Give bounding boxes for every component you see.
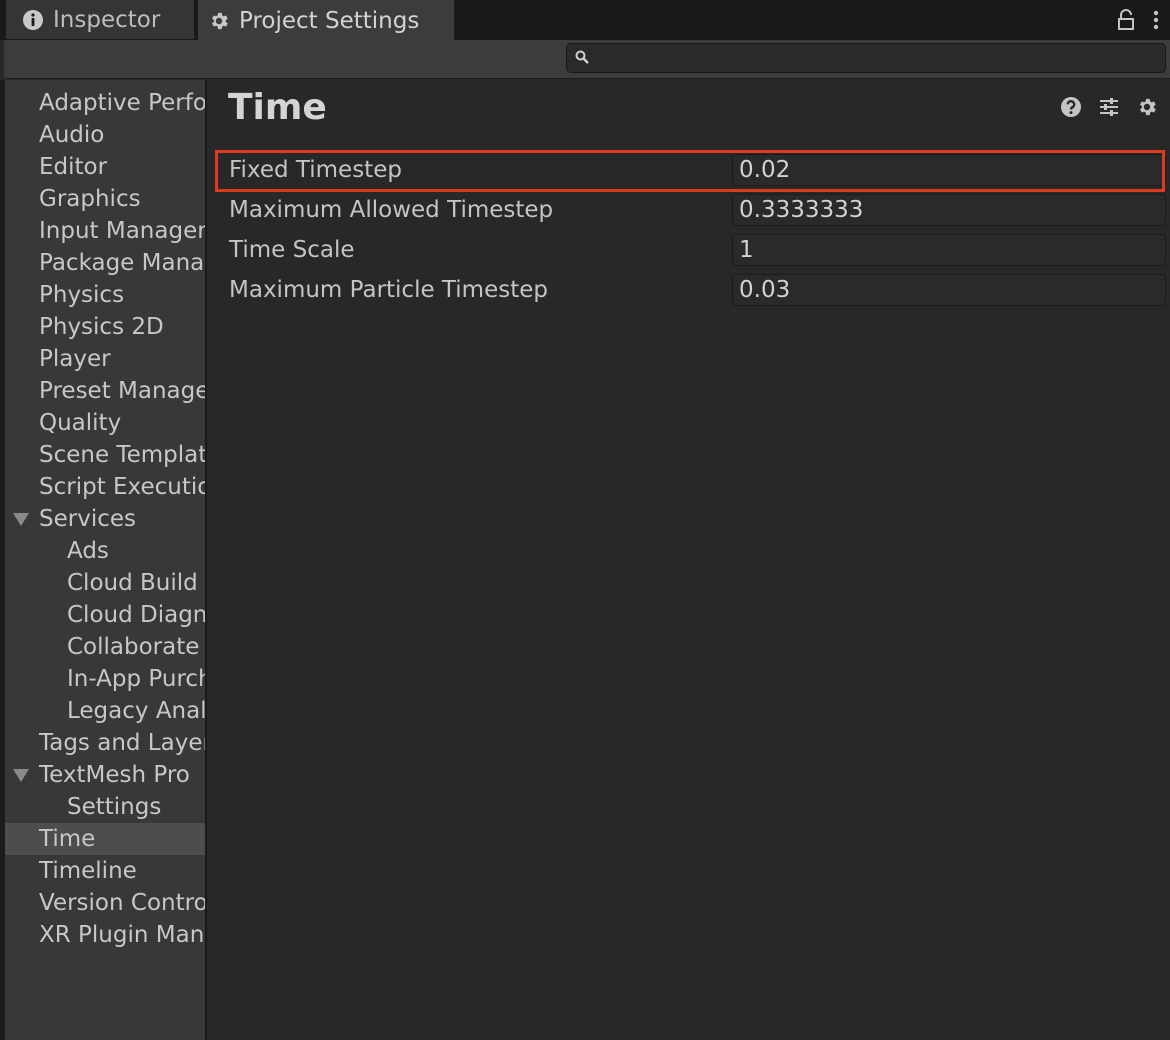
sidebar-item-label: Legacy Analytics	[67, 698, 205, 724]
info-icon	[22, 9, 44, 31]
settings-main-panel: Time Fixed Timestep Maximum Allowed Time…	[207, 80, 1170, 1040]
sidebar-item-player[interactable]: Player	[5, 343, 205, 375]
sidebar-item-label: Version Control	[39, 890, 205, 916]
lock-icon[interactable]	[1116, 9, 1136, 31]
settings-toolbar	[4, 40, 1170, 79]
more-vertical-icon[interactable]	[1152, 9, 1160, 31]
sidebar-item-label: In-App Purchasing	[67, 666, 205, 692]
sidebar-item-time[interactable]: Time	[5, 823, 205, 855]
field-label: Maximum Allowed Timestep	[229, 197, 554, 223]
sidebar-item-label: Preset Manager	[39, 378, 205, 404]
fixed-timestep-field[interactable]	[732, 154, 1166, 186]
sidebar-item-textmesh-pro[interactable]: TextMesh Pro	[5, 759, 205, 791]
sidebar-item-in-app-purchasing[interactable]: In-App Purchasing	[5, 663, 205, 695]
sidebar-item-label: Timeline	[39, 858, 137, 884]
tab-inspector[interactable]: Inspector	[6, 0, 194, 40]
sidebar-item-package-manager[interactable]: Package Manager	[5, 247, 205, 279]
sidebar-item-preset-manager[interactable]: Preset Manager	[5, 375, 205, 407]
sidebar-item-adaptive-performance[interactable]: Adaptive Performance	[5, 87, 205, 119]
tab-project-settings-label: Project Settings	[239, 8, 420, 34]
sidebar-item-label: Player	[39, 346, 111, 372]
sidebar-item-settings[interactable]: Settings	[5, 791, 205, 823]
settings-sidebar: Adaptive Performance Audio Editor Graphics I…	[5, 80, 205, 1040]
sidebar-item-label: XR Plugin Management	[39, 922, 205, 948]
sidebar-item-label: Quality	[39, 410, 122, 436]
sidebar-item-label: Adaptive Performance	[39, 90, 205, 116]
expand-caret-icon[interactable]	[13, 513, 29, 526]
expand-caret-icon[interactable]	[13, 769, 29, 782]
tab-bar: Inspector Project Settings	[0, 0, 1170, 40]
sidebar-item-label: TextMesh Pro	[39, 762, 190, 788]
sidebar-item-audio[interactable]: Audio	[5, 119, 205, 151]
time-scale-field[interactable]	[732, 234, 1166, 266]
sidebar-item-physics[interactable]: Physics	[5, 279, 205, 311]
gear-icon	[208, 10, 230, 32]
field-row-maximum-allowed-timestep: Maximum Allowed Timestep	[229, 192, 1166, 228]
sidebar-item-editor[interactable]: Editor	[5, 151, 205, 183]
sidebar-item-physics-2d[interactable]: Physics 2D	[5, 311, 205, 343]
sidebar-item-collaborate[interactable]: Collaborate	[5, 631, 205, 663]
maximum-particle-timestep-field[interactable]	[732, 274, 1166, 306]
sidebar-item-version-control[interactable]: Version Control	[5, 887, 205, 919]
sidebar-item-scene-template[interactable]: Scene Template	[5, 439, 205, 471]
sidebar-item-label: Input Manager	[39, 218, 205, 244]
tab-controls	[1116, 0, 1160, 40]
sidebar-item-label: Physics	[39, 282, 125, 308]
field-label: Maximum Particle Timestep	[229, 277, 548, 303]
field-label: Fixed Timestep	[229, 157, 402, 183]
sidebar-item-xr-plugin-management[interactable]: XR Plugin Management	[5, 919, 205, 951]
search-icon	[575, 49, 589, 68]
sidebar-item-label: Package Manager	[39, 250, 205, 276]
sidebar-item-ads[interactable]: Ads	[5, 535, 205, 567]
sidebar-item-label: Cloud Build	[67, 570, 198, 596]
field-row-maximum-particle-timestep: Maximum Particle Timestep	[229, 272, 1166, 308]
field-label: Time Scale	[229, 237, 355, 263]
sidebar-item-quality[interactable]: Quality	[5, 407, 205, 439]
sidebar-item-input-manager[interactable]: Input Manager	[5, 215, 205, 247]
sidebar-item-tags-and-layers[interactable]: Tags and Layers	[5, 727, 205, 759]
sidebar-item-label: Editor	[39, 154, 108, 180]
sidebar-item-label: Services	[39, 506, 136, 532]
project-settings-window: Inspector Project Settings Adaptive Perf…	[0, 0, 1170, 1040]
sidebar-item-label: Scene Template	[39, 442, 205, 468]
sidebar-item-label: Script Execution	[39, 474, 205, 500]
sidebar-item-graphics[interactable]: Graphics	[5, 183, 205, 215]
field-row-time-scale: Time Scale	[229, 232, 1166, 268]
sidebar-item-timeline[interactable]: Timeline	[5, 855, 205, 887]
search-input[interactable]	[589, 44, 1165, 72]
sidebar-item-label: Cloud Diagnostics	[67, 602, 205, 628]
sidebar-item-services[interactable]: Services	[5, 503, 205, 535]
sidebar-item-label: Ads	[67, 538, 109, 564]
sidebar-item-label: Time	[39, 826, 96, 852]
sidebar-item-label: Physics 2D	[39, 314, 164, 340]
field-row-fixed-timestep: Fixed Timestep	[229, 152, 1166, 188]
header-icons	[1060, 96, 1158, 118]
sidebar-item-label: Audio	[39, 122, 105, 148]
maximum-allowed-timestep-field[interactable]	[732, 194, 1166, 226]
sidebar-item-cloud-diagnostics[interactable]: Cloud Diagnostics	[5, 599, 205, 631]
preset-sliders-icon[interactable]	[1098, 96, 1120, 118]
sidebar-item-label: Settings	[67, 794, 162, 820]
sidebar-item-label: Collaborate	[67, 634, 200, 660]
help-icon[interactable]	[1060, 96, 1082, 118]
page-title: Time	[228, 87, 327, 128]
settings-gear-icon[interactable]	[1136, 96, 1158, 118]
search-box[interactable]	[566, 43, 1166, 73]
tab-inspector-label: Inspector	[53, 6, 161, 33]
sidebar-item-label: Tags and Layers	[39, 730, 205, 756]
sidebar-item-label: Graphics	[39, 186, 141, 212]
sidebar-item-cloud-build[interactable]: Cloud Build	[5, 567, 205, 599]
tab-project-settings[interactable]: Project Settings	[198, 0, 454, 40]
sidebar-item-legacy-analytics[interactable]: Legacy Analytics	[5, 695, 205, 727]
sidebar-item-script-execution[interactable]: Script Execution	[5, 471, 205, 503]
